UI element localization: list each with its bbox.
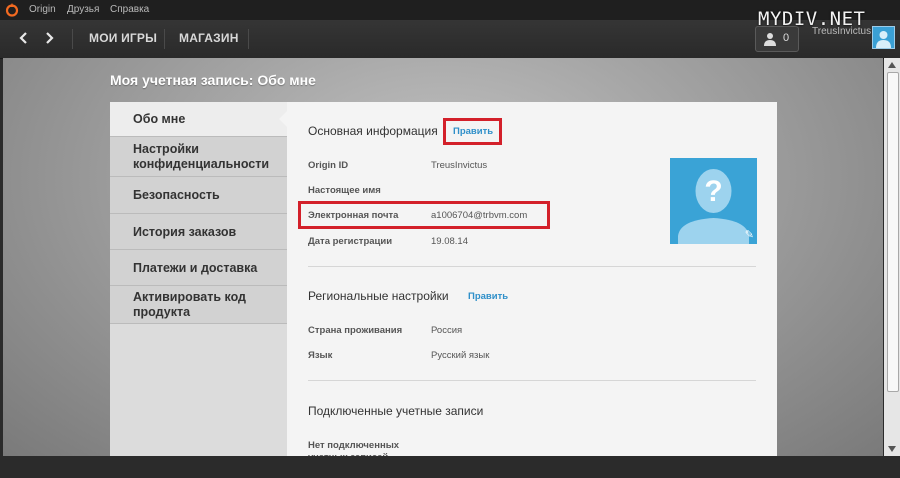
- sidebar-item-redeem-code[interactable]: Активировать код продукта: [110, 286, 288, 324]
- menu-friends[interactable]: Друзья: [67, 4, 99, 15]
- profile-panel: Основная информация Править Origin ID Tr…: [287, 102, 777, 456]
- sidebar-item-label: Обо мне: [133, 112, 186, 126]
- profile-avatar[interactable]: ? ✎: [670, 158, 757, 244]
- menu-help[interactable]: Справка: [110, 4, 149, 15]
- toolbar-divider: [164, 29, 165, 49]
- sidebar-item-label: Платежи и доставка: [133, 260, 258, 275]
- highlight-box: [443, 118, 502, 145]
- origin-logo-icon[interactable]: [5, 3, 19, 17]
- avatar-silhouette-icon: [876, 31, 891, 48]
- connected-accounts-title: Подключенные учетные записи: [308, 404, 484, 418]
- origin-id-label: Origin ID: [308, 160, 349, 171]
- section-divider: [308, 380, 756, 381]
- friends-icon: [764, 33, 776, 46]
- language-label: Язык: [308, 350, 333, 361]
- scroll-up-arrow-icon[interactable]: [888, 62, 896, 68]
- sidebar-item-label: История заказов: [133, 224, 237, 239]
- page-title: Моя учетная запись: Обо мне: [110, 72, 316, 88]
- regional-edit-link[interactable]: Править: [468, 291, 508, 302]
- registration-date-value: 19.08.14: [431, 236, 468, 247]
- sidebar-item-label: Активировать код продукта: [133, 289, 246, 319]
- edit-pencil-icon[interactable]: ✎: [745, 228, 754, 241]
- watermark: MYDIV.NET: [758, 8, 866, 30]
- section-divider: [308, 266, 756, 267]
- regional-settings-title: Региональные настройки: [308, 289, 449, 303]
- sidebar: Обо мне Настройки конфиденциальности Без…: [110, 102, 288, 456]
- email-highlight-box: [298, 201, 550, 229]
- sidebar-item-security[interactable]: Безопасность: [110, 177, 288, 214]
- menu-origin[interactable]: Origin: [29, 4, 56, 15]
- basic-info-title: Основная информация: [308, 124, 438, 138]
- forward-arrow-icon[interactable]: [40, 29, 58, 47]
- friends-count: 0: [783, 32, 790, 44]
- country-value: Россия: [431, 325, 463, 336]
- sidebar-item-payment[interactable]: Платежи и доставка: [110, 250, 288, 286]
- store-link[interactable]: МАГАЗИН: [179, 31, 239, 45]
- scroll-down-arrow-icon[interactable]: [888, 446, 896, 452]
- svg-text:?: ?: [704, 175, 722, 208]
- sidebar-item-order-history[interactable]: История заказов: [110, 214, 288, 250]
- country-label: Страна проживания: [308, 325, 403, 336]
- my-games-link[interactable]: МОИ ИГРЫ: [89, 31, 157, 45]
- bottom-bar: [0, 456, 900, 478]
- back-arrow-icon[interactable]: [15, 29, 33, 47]
- scrollbar-thumb[interactable]: [887, 72, 899, 392]
- origin-id-value: TreusInvictus: [431, 160, 488, 171]
- sidebar-item-about-me[interactable]: Обо мне: [110, 102, 288, 137]
- content-area: Моя учетная запись: Обо мне Обо мне Наст…: [3, 58, 883, 456]
- sidebar-item-label: Настройки конфиденциальности: [133, 141, 270, 171]
- toolbar-divider: [72, 29, 73, 49]
- vertical-scrollbar[interactable]: [884, 58, 900, 456]
- no-connected-accounts-text: Нет подключенных учетных записей: [308, 440, 400, 456]
- language-value: Русский язык: [431, 350, 490, 361]
- real-name-label: Настоящее имя: [308, 185, 381, 196]
- sidebar-item-label: Безопасность: [133, 188, 220, 202]
- sidebar-item-privacy[interactable]: Настройки конфиденциальности: [110, 137, 288, 177]
- registration-date-label: Дата регистрации: [308, 236, 393, 247]
- user-avatar[interactable]: [872, 26, 895, 49]
- toolbar-divider: [248, 29, 249, 49]
